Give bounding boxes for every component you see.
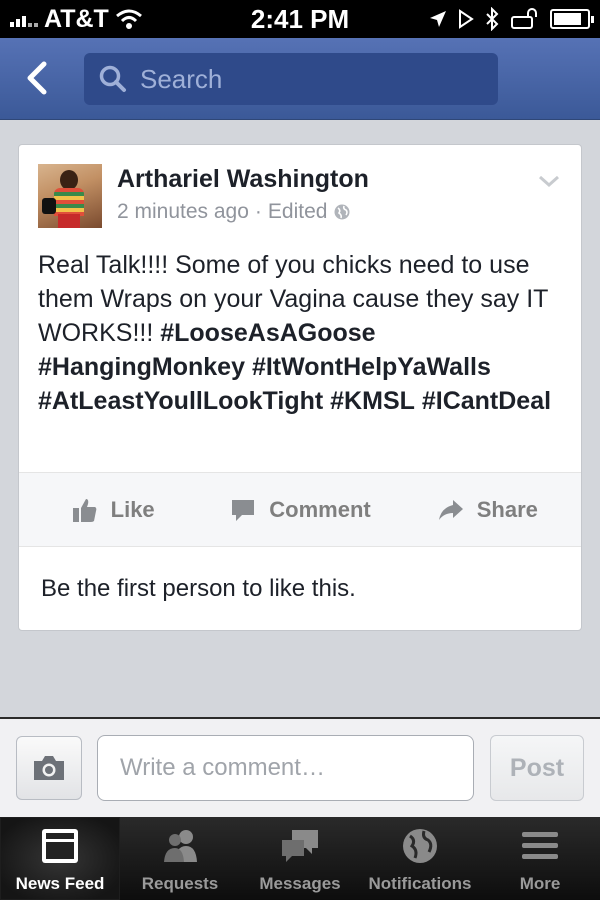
search-icon	[99, 65, 126, 92]
search-placeholder: Search	[140, 63, 223, 94]
news-feed-icon	[42, 829, 78, 863]
hashtag[interactable]: #AtLeastYoullLookTight	[38, 387, 323, 415]
signal-icon	[10, 11, 38, 27]
hashtag[interactable]: #LooseAsAGoose	[160, 319, 375, 347]
back-button[interactable]	[18, 58, 58, 98]
camera-icon	[34, 756, 64, 780]
divider	[19, 546, 581, 547]
comment-label: Comment	[269, 497, 371, 522]
post-body: Real Talk!!!! Some of you chicks need to…	[38, 248, 568, 418]
tab-bar: News Feed Requests Messages Notification…	[0, 817, 600, 900]
tab-label: Notifications	[368, 874, 472, 893]
search-bar[interactable]: Search	[84, 53, 498, 105]
thumbs-up-icon	[72, 499, 96, 522]
menu-icon	[522, 832, 558, 859]
post-actions: Like Comment Share	[19, 473, 581, 547]
wifi-icon	[115, 9, 142, 29]
camera-button[interactable]	[16, 736, 82, 800]
friends-icon	[164, 830, 197, 862]
share-arrow-icon	[438, 500, 463, 520]
location-icon	[430, 11, 446, 27]
comment-input[interactable]	[97, 735, 474, 801]
tab-label: Requests	[141, 874, 219, 893]
post-time[interactable]: 2 minutes ago	[117, 200, 249, 224]
chevron-down-icon[interactable]	[537, 173, 561, 189]
messages-icon	[282, 830, 318, 862]
hashtag[interactable]: #ItWontHelpYaWalls	[252, 353, 491, 381]
top-nav-bar: Search	[0, 38, 600, 120]
tab-label: Messages	[259, 874, 341, 893]
post-meta: 2 minutes ago · Edited	[117, 200, 351, 224]
post-author[interactable]: Arthariel Washington	[117, 165, 369, 194]
post-comment-button[interactable]: Post	[490, 735, 584, 801]
like-label: Like	[110, 497, 155, 522]
tab-messages[interactable]: Messages	[240, 817, 360, 900]
likes-summary: Be the first person to like this.	[41, 575, 356, 602]
like-button[interactable]: Like	[19, 496, 206, 524]
tab-requests[interactable]: Requests	[120, 817, 240, 900]
chevron-left-icon	[27, 61, 47, 95]
comment-composer: Post	[0, 717, 600, 817]
tab-label: News Feed	[15, 874, 105, 893]
edited-label[interactable]: Edited	[268, 200, 328, 224]
hashtag[interactable]: #ICantDeal	[422, 387, 551, 415]
avatar[interactable]	[38, 164, 102, 228]
tab-more[interactable]: More	[480, 817, 600, 900]
comment-icon	[232, 500, 255, 521]
play-icon	[459, 9, 474, 29]
battery-icon	[550, 9, 594, 29]
bluetooth-icon	[486, 7, 499, 31]
tab-label: More	[519, 874, 561, 893]
share-label: Share	[476, 497, 538, 522]
status-icons	[428, 7, 594, 31]
hashtag[interactable]: #HangingMonkey	[38, 353, 245, 381]
carrier-group: AT&T	[10, 5, 143, 34]
tab-news-feed[interactable]: News Feed	[0, 817, 120, 900]
tab-notifications[interactable]: Notifications	[360, 817, 480, 900]
post-card: Arthariel Washington 2 minutes ago · Edi…	[18, 144, 582, 631]
lock-rotation-icon	[511, 8, 537, 29]
status-bar: AT&T 2:41 PM	[0, 0, 600, 38]
globe-icon	[403, 829, 437, 863]
comment-button[interactable]: Comment	[206, 496, 393, 524]
share-button[interactable]: Share	[394, 496, 581, 524]
meta-separator: ·	[254, 200, 262, 223]
carrier-label: AT&T	[44, 4, 109, 33]
hashtag[interactable]: #KMSL	[330, 387, 415, 415]
globe-icon	[334, 204, 350, 220]
